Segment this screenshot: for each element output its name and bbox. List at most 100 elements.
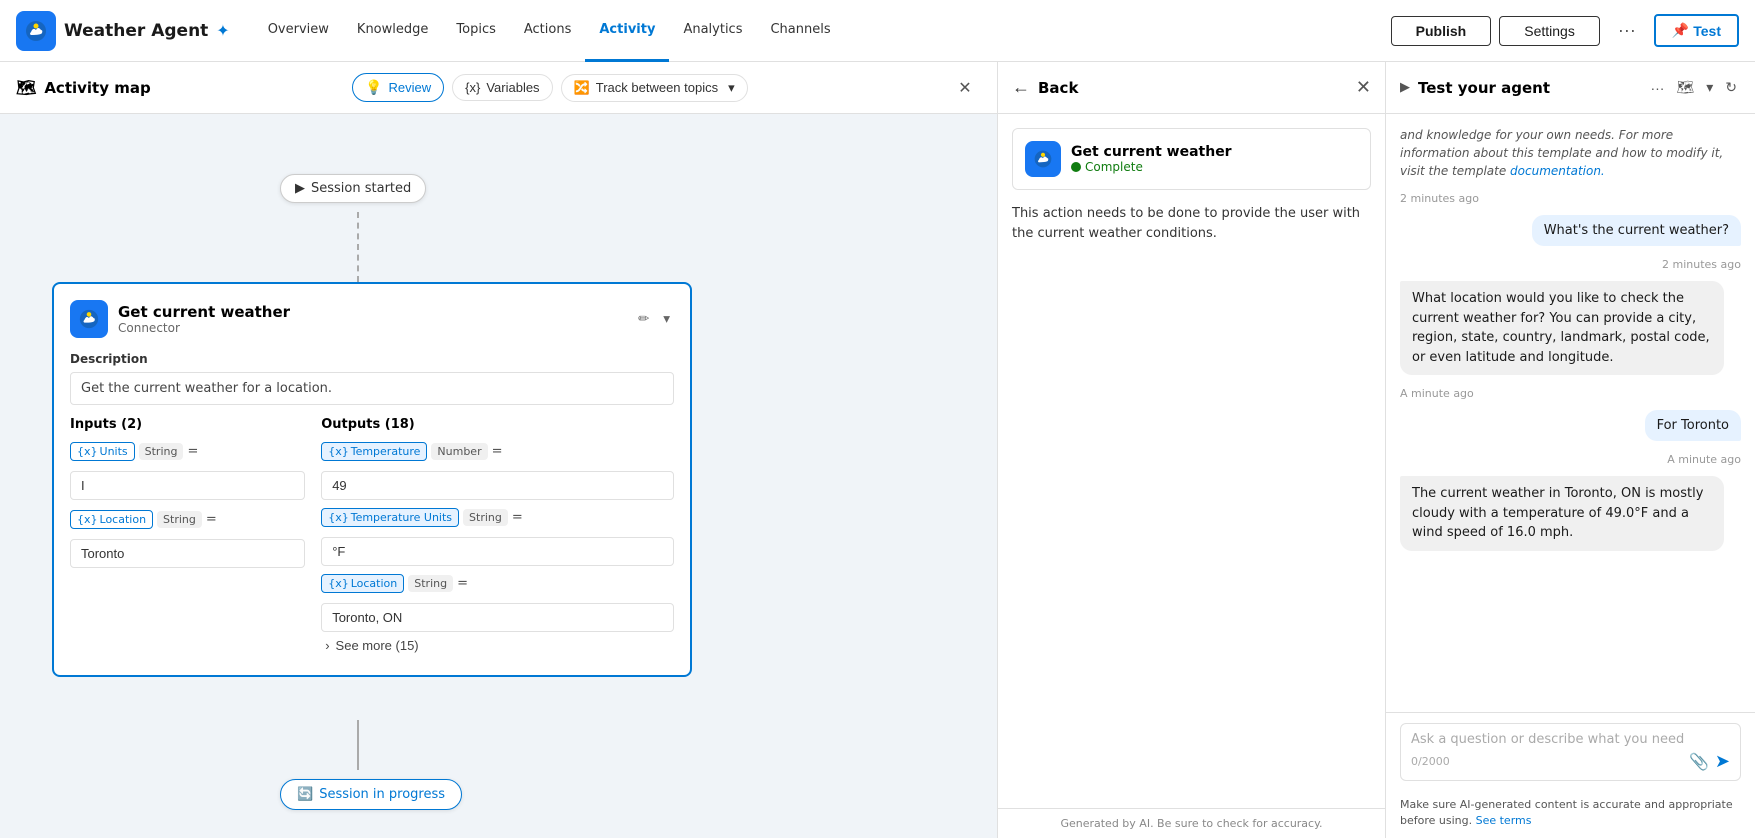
- test-more-button[interactable]: ···: [1646, 76, 1668, 100]
- card-actions: ✏ ▾: [634, 307, 674, 331]
- output-tempunits-badge: {x} Temperature Units: [321, 508, 459, 527]
- detail-back-button[interactable]: ←: [1012, 77, 1030, 98]
- outputs-header: Outputs (18): [321, 417, 674, 432]
- status-complete-badge: Complete: [1071, 160, 1232, 174]
- test-input-placeholder: Ask a question or describe what you need: [1411, 732, 1730, 747]
- session-started-node: ▶ Session started: [280, 174, 426, 203]
- settings-button[interactable]: Settings: [1499, 16, 1600, 46]
- detail-header: ← Back ✕: [998, 62, 1385, 114]
- test-messages: and knowledge for your own needs. For mo…: [1386, 114, 1755, 712]
- test-intro-text: and knowledge for your own needs. For mo…: [1400, 126, 1741, 180]
- toolbar-center: 💡 Review {x} Variables 🔀 Track between t…: [352, 73, 748, 102]
- test-panel: ▶ Test your agent ··· 🗺 ▾ ↻ and knowledg…: [1385, 62, 1755, 838]
- input-units-type: String: [139, 443, 184, 460]
- connector-card: Get current weather Connector ✏ ▾ Descri…: [52, 282, 692, 677]
- input-units-badge: {x} Units: [70, 442, 135, 461]
- char-count: 0/2000: [1411, 755, 1450, 768]
- test-terms-link[interactable]: See terms: [1476, 814, 1532, 827]
- detail-card-icon: [1025, 141, 1061, 177]
- main-container: 🗺 Activity map 💡 Review {x} Variables 🔀 …: [0, 62, 1755, 838]
- output-tempunits-field[interactable]: [321, 537, 674, 566]
- test-input-action-buttons: 📎 ➤: [1689, 751, 1730, 772]
- nav-knowledge[interactable]: Knowledge: [343, 0, 442, 62]
- detail-footer: Generated by AI. Be sure to check for ac…: [998, 808, 1385, 838]
- card-description-label: Description: [70, 352, 674, 366]
- card-title: Get current weather: [118, 303, 290, 321]
- detail-card: Get current weather Complete: [1012, 128, 1371, 190]
- nav-overview[interactable]: Overview: [254, 0, 343, 62]
- input-location-badge: {x} Location: [70, 510, 153, 529]
- publish-button[interactable]: Publish: [1391, 16, 1492, 46]
- test-timestamp-2: 2 minutes ago: [1400, 258, 1741, 271]
- test-input-footer: 0/2000 📎 ➤: [1411, 751, 1730, 772]
- review-button[interactable]: 💡 Review: [352, 73, 444, 102]
- detail-title: Back: [1038, 79, 1348, 97]
- inputs-column: Inputs (2) {x} Units String = {x} Locati…: [70, 417, 305, 659]
- activity-canvas: ▶ Session started: [0, 114, 997, 838]
- test-input-box: Ask a question or describe what you need…: [1400, 723, 1741, 781]
- play-icon: ▶: [295, 181, 305, 196]
- equals-sign-1: =: [187, 444, 198, 459]
- sparkle-icon[interactable]: ✦: [216, 21, 229, 40]
- card-title-area: Get current weather Connector: [118, 303, 290, 335]
- input-location-row: {x} Location String =: [70, 510, 305, 529]
- send-button[interactable]: ➤: [1715, 751, 1730, 772]
- test-doc-link[interactable]: documentation.: [1510, 164, 1605, 178]
- detail-card-title: Get current weather: [1071, 144, 1232, 160]
- test-refresh-button[interactable]: ↻: [1721, 75, 1741, 100]
- inputs-header: Inputs (2): [70, 417, 305, 432]
- detail-close-button[interactable]: ✕: [1356, 77, 1371, 98]
- nav-channels[interactable]: Channels: [756, 0, 844, 62]
- connector-line-top: [357, 212, 359, 282]
- track-button[interactable]: 🔀 Track between topics ▾: [561, 74, 748, 102]
- test-map-button[interactable]: 🗺: [1672, 75, 1698, 100]
- io-row: Inputs (2) {x} Units String = {x} Locati…: [70, 417, 674, 659]
- nav-actions[interactable]: Actions: [510, 0, 586, 62]
- nav-topics[interactable]: Topics: [442, 0, 509, 62]
- see-more-button[interactable]: › See more (15): [321, 632, 422, 659]
- nav-right: Publish Settings ··· 📌 Test: [1391, 14, 1739, 47]
- input-location-field[interactable]: [70, 539, 305, 568]
- card-logo-icon: [70, 300, 108, 338]
- test-input-area: Ask a question or describe what you need…: [1386, 712, 1755, 791]
- connector-line-bottom: [357, 720, 359, 770]
- app-title: Weather Agent: [64, 21, 208, 41]
- activity-area: 🗺 Activity map 💡 Review {x} Variables 🔀 …: [0, 62, 997, 838]
- output-location-row: {x} Location String =: [321, 574, 674, 593]
- attach-button[interactable]: 📎: [1689, 752, 1709, 772]
- output-location-badge: {x} Location: [321, 574, 404, 593]
- progress-icon: 🔄: [297, 787, 313, 802]
- output-temperature-row: {x} Temperature Number =: [321, 442, 674, 461]
- nav-analytics[interactable]: Analytics: [669, 0, 756, 62]
- detail-panel: ← Back ✕ Get current weather Complete Th…: [997, 62, 1385, 838]
- equals-sign-2: =: [206, 512, 217, 527]
- output-temperature-field[interactable]: [321, 471, 674, 500]
- test-msg-user-2: For Toronto: [1645, 410, 1741, 441]
- pin-icon: 📌: [1672, 22, 1689, 39]
- test-msg-bot-2: The current weather in Toronto, ON is mo…: [1400, 476, 1724, 551]
- card-expand-button[interactable]: ▾: [659, 307, 674, 331]
- card-description-text: Get the current weather for a location.: [70, 372, 674, 405]
- toolbar-close-button[interactable]: ✕: [949, 72, 981, 104]
- output-tempunits-type: String: [463, 509, 508, 526]
- app-logo-icon: [16, 11, 56, 51]
- test-timestamp-3: A minute ago: [1400, 387, 1741, 400]
- card-edit-button[interactable]: ✏: [634, 307, 653, 331]
- variables-icon: {x}: [465, 80, 480, 95]
- variables-button[interactable]: {x} Variables: [452, 74, 552, 101]
- test-collapse-button[interactable]: ▾: [1702, 75, 1717, 100]
- test-actions: ··· 🗺 ▾ ↻: [1646, 75, 1741, 100]
- more-options-button[interactable]: ···: [1608, 14, 1646, 47]
- output-temp-units-row: {x} Temperature Units String =: [321, 508, 674, 527]
- output-location-field[interactable]: [321, 603, 674, 632]
- output-temp-type: Number: [431, 443, 487, 460]
- input-units-field[interactable]: [70, 471, 305, 500]
- card-subtitle: Connector: [118, 321, 290, 335]
- equals-sign-4: =: [512, 510, 523, 525]
- test-timestamp-1: 2 minutes ago: [1400, 192, 1741, 205]
- test-button[interactable]: 📌 Test: [1654, 14, 1739, 47]
- output-location-type: String: [408, 575, 453, 592]
- nav-activity[interactable]: Activity: [585, 0, 669, 62]
- activity-toolbar: 🗺 Activity map 💡 Review {x} Variables 🔀 …: [0, 62, 997, 114]
- card-header-left: Get current weather Connector: [70, 300, 290, 338]
